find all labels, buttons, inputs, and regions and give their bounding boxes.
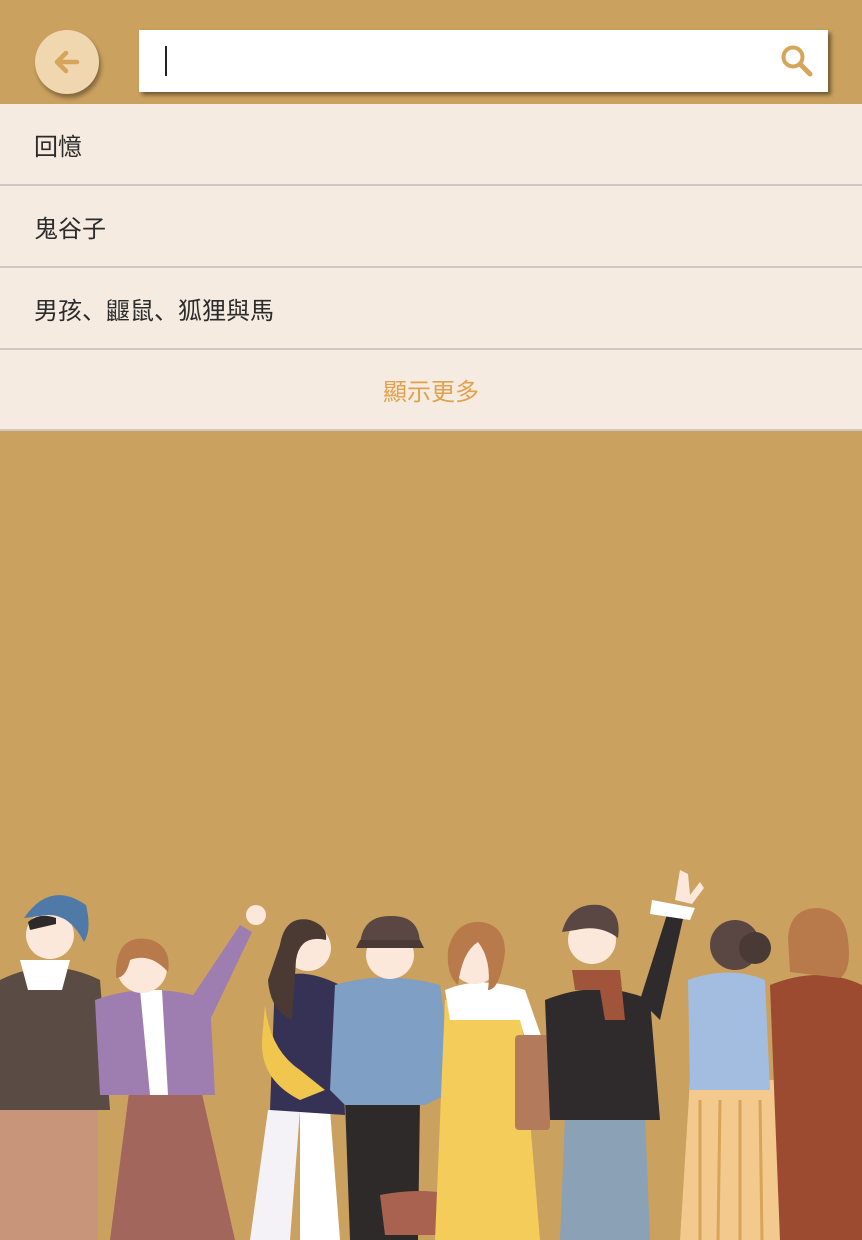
suggestion-item[interactable]: 鬼谷子 — [0, 186, 862, 268]
suggestion-item[interactable]: 回憶 — [0, 104, 862, 186]
show-more-button[interactable]: 顯示更多 — [0, 350, 862, 431]
magnifier-icon — [781, 45, 813, 77]
arrow-left-icon — [54, 50, 80, 74]
back-button[interactable] — [35, 30, 99, 94]
crowd-illustration — [0, 870, 862, 1240]
text-caret — [165, 46, 167, 76]
search-box — [139, 30, 828, 92]
suggestion-item[interactable]: 男孩、鼴鼠、狐狸與馬 — [0, 268, 862, 350]
suggestion-list: 回憶 鬼谷子 男孩、鼴鼠、狐狸與馬 顯示更多 — [0, 104, 862, 431]
top-bar — [0, 0, 862, 104]
search-input[interactable] — [139, 30, 759, 92]
search-button[interactable] — [766, 30, 828, 92]
